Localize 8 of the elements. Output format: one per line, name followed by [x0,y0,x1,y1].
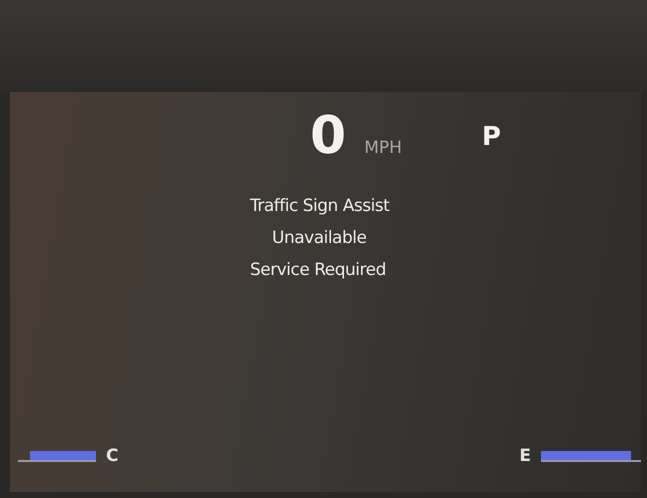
speed-reading: 0 [310,110,346,162]
warning-message: Unavailable [272,227,366,250]
gear-indicator: P [482,122,501,152]
fuel-label: E [519,446,531,466]
temperature-label: C [106,446,118,466]
warning-message: Traffic Sign Assist [250,195,390,218]
warning-message: Service Required [250,259,386,282]
speed-unit: MPH [364,138,402,158]
